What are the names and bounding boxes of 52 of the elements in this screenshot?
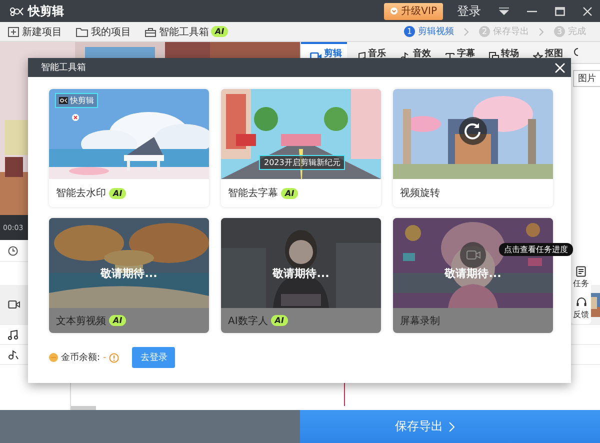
video-camera-icon: [460, 242, 486, 268]
search-icon: [572, 48, 578, 58]
step-number: 1: [404, 26, 415, 37]
headset-icon: [576, 297, 586, 308]
rotate-icon: [459, 117, 487, 145]
chevron-right-icon: [539, 28, 544, 36]
chevron-right-icon: [449, 422, 455, 432]
music-note-icon: [8, 330, 18, 340]
tool-name: 文本剪视频: [56, 314, 106, 328]
plus-box-icon: [8, 26, 19, 36]
app-name: 快剪辑: [28, 2, 64, 20]
coming-soon-label: 敬请期待...: [444, 266, 502, 281]
step-label: 剪辑视频: [418, 26, 454, 38]
coming-soon-label: 敬请期待...: [272, 266, 330, 281]
tool-name: AI数字人: [228, 314, 268, 328]
info-icon: [109, 352, 120, 362]
task-list-icon: [576, 266, 586, 277]
chevron-right-icon: [464, 28, 469, 36]
video-camera-icon: [8, 300, 20, 309]
clock-icon: [8, 246, 18, 256]
tool-card[interactable]: 视频旋转: [393, 89, 553, 207]
folder-icon: [76, 26, 88, 36]
tool-name: 屏幕录制: [400, 314, 440, 328]
coin-balance-value: -: [103, 352, 106, 362]
ai-badge: AI: [211, 26, 228, 37]
tooltip: 点击查看任务进度: [499, 243, 573, 256]
side-button[interactable]: 反馈: [573, 297, 589, 320]
editor-tab[interactable]: 字幕: [436, 42, 480, 63]
toolbar-button[interactable]: 我的项目: [76, 24, 131, 38]
logo-icon: [10, 6, 24, 16]
chevron-down-icon: [390, 7, 398, 15]
step-label: 保存导出: [493, 26, 529, 38]
maximize-icon[interactable]: [555, 6, 565, 16]
dropdown-icon[interactable]: [499, 7, 509, 15]
coin-icon: [49, 353, 58, 362]
ai-badge: AI: [270, 315, 288, 326]
side-button[interactable]: 任务: [573, 266, 589, 289]
step-label: 完成: [568, 26, 586, 38]
sound-effect-icon: [8, 350, 19, 360]
image-button[interactable]: 图片: [573, 70, 600, 87]
toolbox-icon: [145, 26, 156, 36]
editor-tab[interactable]: 音乐: [347, 42, 391, 63]
toolbar-button[interactable]: 智能工具箱: [145, 24, 209, 38]
tool-card[interactable]: 敬请期待... AI数字人 AI: [221, 218, 381, 333]
scrollbar[interactable]: [71, 406, 96, 410]
toolbar-button[interactable]: 新建项目: [8, 24, 62, 38]
coin-balance-label: 金币余额:: [61, 352, 100, 364]
upgrade-vip-button[interactable]: 升级VIP: [384, 2, 443, 20]
ai-badge: AI: [109, 315, 126, 326]
close-icon[interactable]: [583, 6, 592, 16]
tool-name: 视频旋转: [400, 186, 440, 200]
login-link[interactable]: 登录: [457, 2, 481, 20]
